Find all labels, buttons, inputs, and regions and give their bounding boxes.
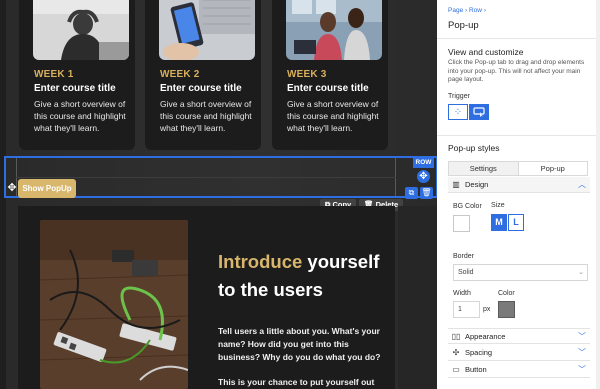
breadcrumb-separator: › bbox=[465, 7, 468, 14]
chevron-down-icon: ﹀ bbox=[578, 332, 586, 341]
width-label: Width bbox=[453, 290, 471, 297]
course-photo-3 bbox=[286, 0, 382, 60]
panel-tabs: Settings Pop-up bbox=[448, 161, 588, 176]
card-description: Give a short overview of this course and… bbox=[287, 99, 379, 133]
card-description: Give a short overview of this course and… bbox=[34, 99, 126, 133]
card-description: Give a short overview of this course and… bbox=[160, 99, 252, 133]
border-color-swatch[interactable] bbox=[498, 301, 515, 318]
properties-panel: Page › Row › Pop-up View and customize C… bbox=[437, 0, 600, 389]
course-card-3[interactable]: WEEK 3 Enter course title Give a short o… bbox=[272, 0, 388, 150]
border-style-value: Solid bbox=[458, 269, 474, 276]
bg-color-label: BG Color bbox=[453, 203, 482, 210]
course-photo-1 bbox=[33, 0, 129, 60]
appearance-icon: ▯▯ bbox=[451, 332, 461, 341]
accordion-spacing[interactable]: ✣ Spacing ﹀ bbox=[448, 345, 590, 361]
chevron-down-icon: ﹀ bbox=[578, 348, 586, 357]
chevron-down-icon: ⌄ bbox=[578, 269, 584, 276]
border-style-select[interactable]: Solid ⌄ bbox=[453, 264, 588, 281]
width-unit: px bbox=[483, 306, 491, 313]
bg-color-swatch[interactable] bbox=[453, 215, 470, 232]
accordion-button[interactable]: ▭ Button ﹀ bbox=[448, 362, 590, 378]
panel-scrollbar[interactable] bbox=[596, 0, 600, 389]
breadcrumb-row[interactable]: Row bbox=[469, 7, 482, 14]
accordion-appearance[interactable]: ▯▯ Appearance ﹀ bbox=[448, 328, 590, 344]
move-icon[interactable]: ✥ bbox=[417, 170, 430, 183]
divider bbox=[437, 38, 596, 39]
intro-heading-accent: Introduce bbox=[218, 251, 303, 272]
accordion-design-label: Design bbox=[465, 180, 489, 189]
border-width-input[interactable]: 1 bbox=[453, 301, 480, 318]
button-icon: ▭ bbox=[452, 365, 460, 374]
breadcrumb: Page › Row › bbox=[448, 7, 486, 14]
trigger-on-click-button[interactable] bbox=[469, 104, 489, 120]
card-week-label: WEEK 3 bbox=[287, 69, 327, 80]
drag-handle-icon[interactable]: ✥ bbox=[5, 181, 19, 195]
intro-heading: Introduce yourself to the users bbox=[218, 248, 393, 304]
card-week-label: WEEK 2 bbox=[160, 69, 200, 80]
spacing-icon: ✣ bbox=[452, 348, 460, 357]
chevron-down-icon: ﹀ bbox=[578, 365, 586, 374]
border-label: Border bbox=[453, 253, 475, 260]
size-label: Size bbox=[491, 202, 505, 209]
intro-paragraph-1: Tell users a little about you. What's yo… bbox=[218, 326, 381, 362]
course-card-1[interactable]: WEEK 1 Enter course title Give a short o… bbox=[19, 0, 135, 150]
accordion-spacing-label: Spacing bbox=[465, 348, 493, 357]
trigger-label: Trigger bbox=[448, 93, 470, 100]
cursor-click-icon bbox=[473, 107, 485, 117]
tab-popup[interactable]: Pop-up bbox=[519, 162, 588, 175]
design-icon: ▥ bbox=[452, 180, 460, 189]
accordion-button-label: Button bbox=[465, 365, 487, 374]
breadcrumb-separator: › bbox=[483, 7, 486, 14]
card-title: Enter course title bbox=[160, 83, 242, 94]
duplicate-icon[interactable]: ⧉ bbox=[405, 187, 418, 199]
breadcrumb-page[interactable]: Page bbox=[448, 7, 463, 14]
card-title: Enter course title bbox=[34, 83, 116, 94]
trash-icon[interactable]: 🗑 bbox=[420, 187, 433, 199]
spinner-icon: ⁘ bbox=[453, 106, 463, 118]
size-l-button[interactable]: L bbox=[508, 214, 524, 231]
card-week-label: WEEK 1 bbox=[34, 69, 74, 80]
popup-styles-title: Pop-up styles bbox=[448, 143, 500, 153]
card-title: Enter course title bbox=[287, 83, 369, 94]
color-label: Color bbox=[498, 290, 515, 297]
page-canvas: WEEK 1 Enter course title Give a short o… bbox=[0, 0, 437, 389]
canvas-right-margin bbox=[398, 206, 437, 389]
intro-paragraph-2: This is your chance to put yourself out … bbox=[218, 377, 375, 387]
row-badge[interactable]: ROW bbox=[413, 157, 434, 168]
course-photo-2 bbox=[159, 0, 255, 60]
divider bbox=[437, 135, 596, 136]
trigger-on-load-button[interactable]: ⁘ bbox=[448, 104, 468, 120]
show-popup-button[interactable]: Show PopUp bbox=[18, 179, 76, 198]
panel-title: Pop-up bbox=[448, 20, 479, 31]
course-card-2[interactable]: WEEK 2 Enter course title Give a short o… bbox=[145, 0, 261, 150]
view-customize-description: Click the Pop-up tab to drag and drop el… bbox=[448, 59, 585, 83]
tab-settings[interactable]: Settings bbox=[449, 162, 519, 175]
size-m-button[interactable]: M bbox=[491, 214, 507, 231]
cables-photo bbox=[40, 220, 188, 389]
accordion-appearance-label: Appearance bbox=[465, 332, 506, 341]
view-customize-title: View and customize bbox=[448, 47, 524, 57]
accordion-design[interactable]: ▥ Design ︿ bbox=[448, 177, 590, 193]
chevron-up-icon: ︿ bbox=[578, 180, 586, 189]
